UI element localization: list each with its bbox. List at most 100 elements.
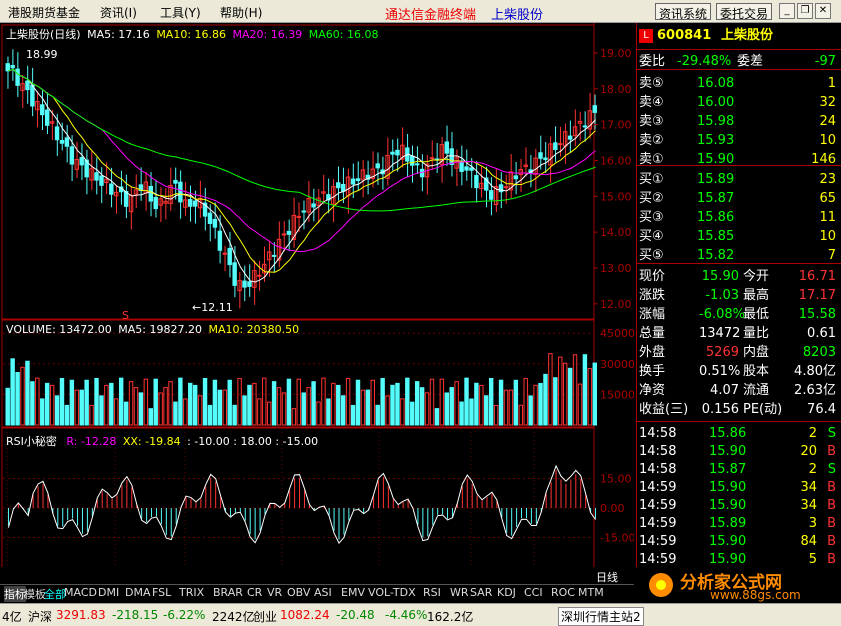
- candle-body: [340, 184, 346, 192]
- tick-row: 14:59 15.90 34 B: [639, 498, 836, 513]
- sell-level-row: 卖② 15.93 10: [639, 133, 836, 148]
- volume-bar: [94, 377, 99, 426]
- menu-item-help[interactable]: 帮助(H): [220, 4, 262, 21]
- volume-bar: [20, 366, 25, 426]
- info-system-button[interactable]: 资讯系统: [655, 3, 712, 21]
- menu-item-tools[interactable]: 工具(Y): [160, 4, 201, 21]
- logo-url: www.88gs.com: [710, 588, 801, 602]
- tab-brar[interactable]: BRAR: [213, 586, 243, 599]
- price-tick-label: 17.00: [600, 119, 632, 132]
- tab-rsi[interactable]: RSI: [423, 586, 441, 599]
- menu-item-info[interactable]: 资讯(I): [100, 4, 137, 21]
- tab-wr[interactable]: WR: [450, 586, 469, 599]
- close-icon[interactable]: ✕: [815, 3, 831, 19]
- candle-body: [25, 80, 30, 91]
- price-tick-label: 19.00: [600, 47, 632, 60]
- volume-bar: [202, 377, 208, 426]
- volume-bar: [533, 384, 538, 426]
- volume-bar: [153, 378, 158, 426]
- tab-vol-tdx[interactable]: VOL-TDX: [368, 586, 416, 599]
- tab-obv[interactable]: OBV: [287, 586, 310, 599]
- candle-body: [247, 281, 252, 287]
- stat-row: 外盘 5269 内盘 8203: [639, 345, 836, 360]
- candle-body: [178, 181, 183, 203]
- candle-body: [64, 137, 70, 147]
- volume-bar: [192, 384, 198, 426]
- candle-body: [188, 199, 193, 207]
- chart-area[interactable]: 19.00 18.00 17.00 16.00 15.00 14.00 13.00 12.00…: [0, 23, 635, 584]
- volume-bar: [54, 395, 60, 426]
- tab-roc[interactable]: ROC: [551, 586, 575, 599]
- candle-body: [10, 65, 15, 69]
- tab-sar[interactable]: SAR: [470, 586, 492, 599]
- volume-tick-label: 45000: [600, 327, 634, 340]
- volume-bar: [311, 381, 316, 426]
- restore-icon[interactable]: ❐: [797, 3, 813, 19]
- tab-cci[interactable]: CCI: [524, 586, 543, 599]
- candle-body: [375, 163, 380, 169]
- volume-bar: [528, 395, 533, 426]
- tab-vr[interactable]: VR: [267, 586, 282, 599]
- volume-bar: [173, 401, 178, 426]
- tab-trix[interactable]: TRIX: [179, 586, 204, 599]
- volume-bar: [118, 377, 124, 426]
- volume-bar: [301, 392, 306, 426]
- volume-bar: [10, 358, 15, 426]
- menu-item-funds[interactable]: 港股期货基金: [8, 4, 80, 21]
- tick-row: 14:59 15.90 34 B: [639, 480, 836, 495]
- candle-body: [355, 178, 361, 182]
- volume-bar: [59, 377, 65, 426]
- tab-全部[interactable]: 全部: [44, 586, 66, 602]
- ma60-label: MA60: 16.08: [308, 28, 379, 41]
- volume-bar: [513, 379, 519, 426]
- candle-body: [558, 143, 563, 146]
- tab-cr[interactable]: CR: [247, 586, 262, 599]
- volume-bar: [587, 368, 593, 426]
- tab-dma[interactable]: DMA: [125, 586, 151, 599]
- tab-dmi[interactable]: DMI: [98, 586, 119, 599]
- volume-bar: [493, 404, 499, 426]
- volume-bar: [558, 356, 563, 426]
- tab-模板[interactable]: 模板: [24, 586, 46, 602]
- tab-fsl[interactable]: FSL: [152, 586, 171, 599]
- price-tick-label: 13.00: [600, 262, 632, 275]
- candle-body: [474, 174, 479, 189]
- volume-bar: [449, 387, 454, 426]
- volume-bar: [306, 387, 311, 426]
- volume-bar: [35, 377, 40, 426]
- stock-title: 上柴股份: [491, 8, 544, 23]
- tick-row: 14:58 15.90 20 B: [639, 444, 836, 459]
- volume-bar: [271, 381, 277, 426]
- volume-bar: [281, 392, 287, 426]
- minimize-icon[interactable]: _: [779, 3, 795, 19]
- candle-body: [5, 63, 10, 72]
- volume-bar: [567, 367, 573, 426]
- volume-bar: [207, 404, 213, 426]
- server-status[interactable]: 深圳行情主站2: [558, 607, 644, 626]
- candle-body: [207, 212, 213, 224]
- tab-指标[interactable]: 指标: [4, 586, 26, 602]
- candle-body: [582, 125, 588, 128]
- trade-button[interactable]: 委托交易: [716, 3, 773, 21]
- candle-body: [15, 68, 20, 86]
- volume-bar: [395, 382, 400, 426]
- index-value-sh: 3291.83: [56, 608, 106, 622]
- tab-emv[interactable]: EMV: [341, 586, 365, 599]
- candle-body: [286, 230, 292, 235]
- app-title: 通达信金融终端: [385, 8, 477, 23]
- volume-bar: [89, 404, 94, 426]
- stat-row: 涨跌 -1.03 最高 17.17: [639, 288, 836, 303]
- candle-body: [459, 160, 464, 172]
- kline-chart[interactable]: 19.00 18.00 17.00 16.00 15.00 14.00 13.00 12.00…: [0, 23, 635, 582]
- price-tick-label: 15.00: [600, 190, 632, 203]
- volume-bar: [488, 377, 494, 426]
- tab-macd[interactable]: MACD: [64, 586, 97, 599]
- volume-bar: [444, 392, 450, 426]
- tab-kdj[interactable]: KDJ: [497, 586, 516, 599]
- tab-mtm[interactable]: MTM: [578, 586, 604, 599]
- sell-level-row: 卖① 15.90 146: [639, 152, 836, 167]
- volume-bar: [464, 377, 469, 426]
- volume-bar: [5, 387, 10, 426]
- tab-asi[interactable]: ASI: [314, 586, 332, 599]
- volume-bar: [163, 387, 168, 426]
